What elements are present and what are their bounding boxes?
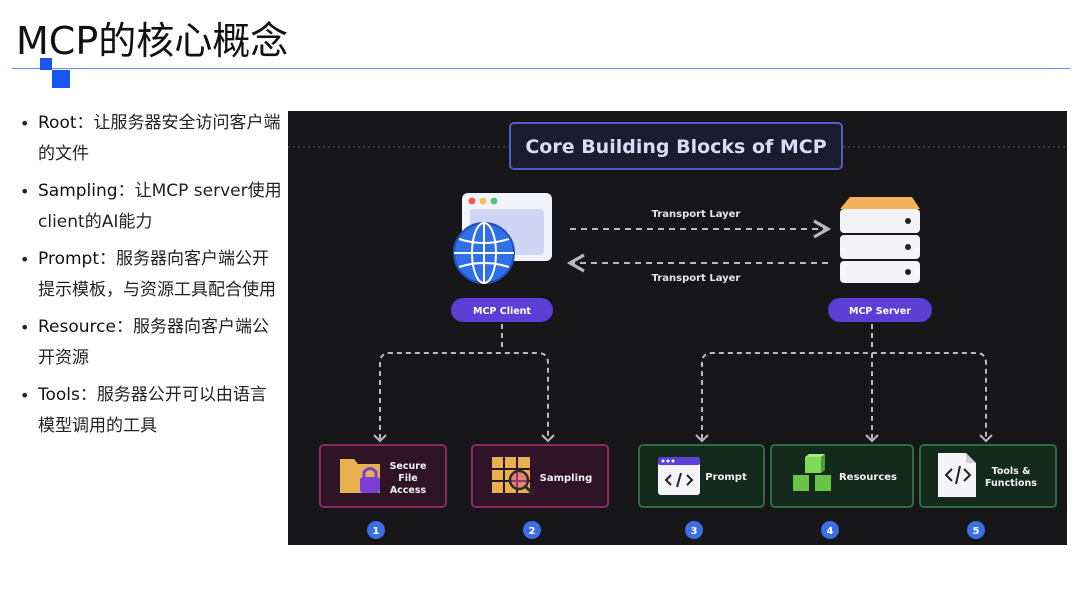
page-title: MCP的核心概念 <box>16 19 289 63</box>
number-badge-5: 5 <box>967 521 985 539</box>
concept-separator: ： <box>115 317 133 337</box>
mcp-diagram: Core Building Blocks of MCP Transport La… <box>288 122 1067 539</box>
diagram-panel: Core Building Blocks of MCP Transport La… <box>288 111 1067 545</box>
badge-number: 3 <box>691 526 698 537</box>
list-item: Resource：服务器向客户端公开资源 <box>20 312 282 374</box>
code-window-icon <box>658 457 700 495</box>
client-branch-connectors <box>379 324 549 439</box>
block-resources: Resources <box>770 444 914 508</box>
concept-separator: ： <box>76 113 94 133</box>
block-label-line: Sampling <box>540 473 593 484</box>
list-item: Root：让服务器安全访问客户端的文件 <box>20 108 282 170</box>
number-badge-2: 2 <box>523 521 541 539</box>
block-label-line: Access <box>390 485 427 496</box>
code-file-icon <box>938 453 976 497</box>
block-tools-functions: Tools & Functions <box>919 444 1057 508</box>
client-label: MCP Client <box>473 306 531 317</box>
block-label-line: Functions <box>985 478 1037 489</box>
concept-term: Resource <box>38 317 116 337</box>
number-badge-3: 3 <box>685 521 703 539</box>
arrowhead-2 <box>541 434 555 443</box>
concept-term: Sampling <box>38 181 118 201</box>
concept-separator: ： <box>117 181 135 201</box>
block-prompt: Prompt <box>638 444 765 508</box>
block-sampling: Sampling <box>471 444 609 508</box>
list-item: Sampling：让MCP server使用client的AI能力 <box>20 176 282 238</box>
server-branch-connectors <box>701 324 987 439</box>
diagram-heading: Core Building Blocks of MCP <box>525 136 826 158</box>
concept-term: Prompt <box>38 249 99 269</box>
concept-term: Root <box>38 113 77 133</box>
badge-number: 5 <box>973 526 980 537</box>
block-label-line: Prompt <box>705 472 747 483</box>
title-divider <box>12 68 1070 69</box>
block-secure-file-access: Secure File Access <box>319 444 447 508</box>
block-label-line: Tools & <box>992 466 1031 477</box>
badge-number: 2 <box>529 526 536 537</box>
concept-list: Root：让服务器安全访问客户端的文件 Sampling：让MCP server… <box>20 108 282 448</box>
block-label-line: Secure <box>390 461 427 472</box>
accent-square-large <box>52 70 70 88</box>
folder-lock-icon <box>340 459 380 493</box>
grid-magnifier-icon <box>492 457 536 497</box>
badge-number: 1 <box>373 526 380 537</box>
transport-label-bottom: Transport Layer <box>652 273 741 284</box>
concept-separator: ： <box>99 249 116 269</box>
list-item: Tools：服务器公开可以由语言模型调用的工具 <box>20 380 282 442</box>
list-item: Prompt：服务器向客户端公开提示模板，与资源工具配合使用 <box>20 244 282 306</box>
concept-separator: ： <box>79 385 97 405</box>
concept-term: Tools <box>38 385 80 405</box>
accent-square-small <box>40 58 52 70</box>
badge-number: 4 <box>827 526 834 537</box>
number-badge-4: 4 <box>821 521 839 539</box>
server-label: MCP Server <box>849 306 911 317</box>
number-badge-1: 1 <box>367 521 385 539</box>
block-label-line: Resources <box>839 472 897 483</box>
transport-label-top: Transport Layer <box>652 209 741 220</box>
server-stack-icon <box>840 197 920 283</box>
browser-globe-icon <box>453 193 552 284</box>
block-label-line: File <box>398 473 417 484</box>
